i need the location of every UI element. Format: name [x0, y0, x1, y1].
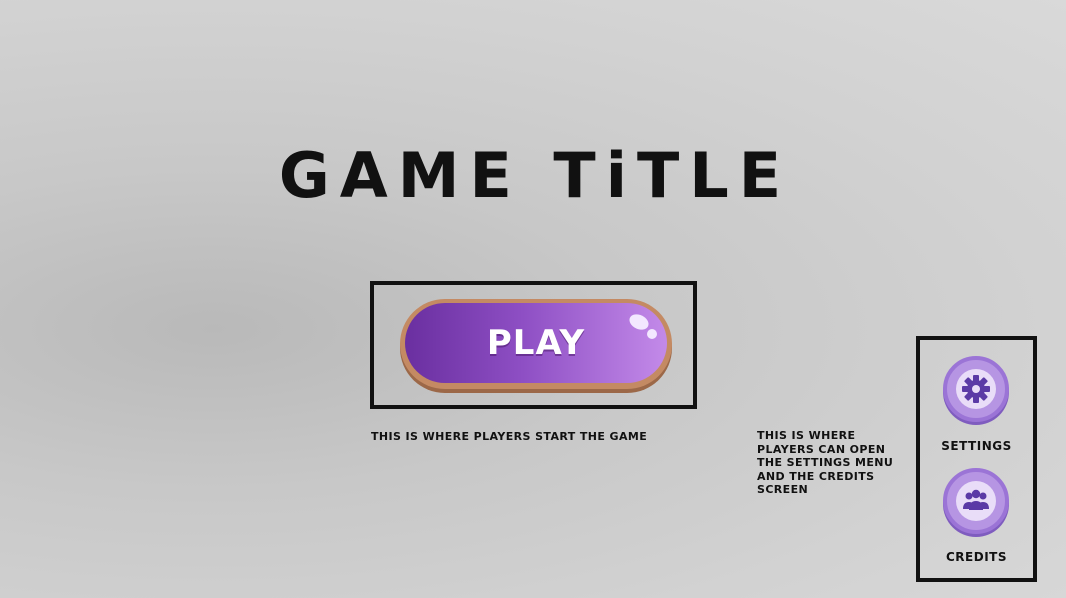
side-menu-frame: SETTiNGS CREDiTS [916, 336, 1037, 582]
play-highlight-frame: PLAY [370, 281, 697, 409]
play-button-label: PLAY [486, 323, 586, 363]
play-button-face: PLAY [405, 303, 667, 383]
credits-button[interactable] [943, 468, 1009, 534]
people-icon [963, 489, 989, 510]
credits-label: CREDiTS [946, 550, 1007, 564]
side-menu-caption: THiS iS WHERE PLAYERS CAN OPEN THE SETTi… [757, 429, 894, 496]
play-caption: THiS iS WHERE PLAYERS START THE GAME [371, 430, 648, 443]
gloss-highlight-small [647, 329, 657, 339]
settings-label: SETTiNGS [941, 439, 1012, 453]
settings-button[interactable] [943, 356, 1009, 422]
gear-icon [962, 375, 990, 403]
play-button[interactable]: PLAY [400, 299, 672, 389]
game-title: GAME TiTLE [278, 139, 792, 212]
